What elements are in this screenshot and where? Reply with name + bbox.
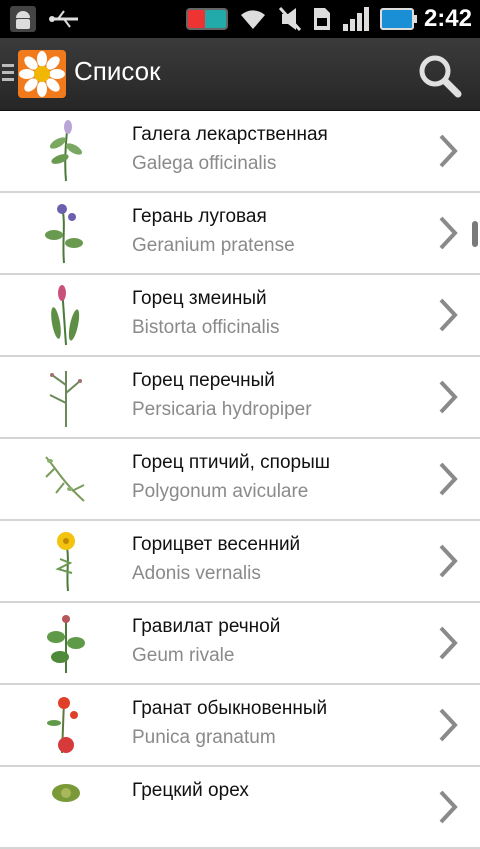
- sim-icon: [313, 8, 330, 30]
- chevron-right-icon: [439, 380, 458, 414]
- item-subtitle: Persicaria hydropiper: [132, 399, 312, 420]
- usb-icon: [49, 10, 78, 28]
- battery-charging-icon: [379, 8, 417, 30]
- item-title: Грецкий орех: [132, 780, 249, 801]
- list-item[interactable]: Галега лекарственная Galega officinalis: [0, 111, 480, 193]
- menu-icon[interactable]: [2, 64, 14, 85]
- chevron-right-icon: [439, 216, 458, 250]
- item-subtitle: Bistorta officinalis: [132, 317, 280, 338]
- item-title: Горец змеиный: [132, 288, 267, 309]
- plant-thumbnail-icon: [52, 784, 80, 802]
- plant-thumbnail-icon: [45, 456, 85, 502]
- chevron-right-icon: [439, 462, 458, 496]
- plant-thumbnail-icon: [47, 615, 85, 673]
- list-item[interactable]: Горец змеиный Bistorta officinalis: [0, 275, 480, 357]
- plant-thumbnail-icon: [49, 371, 82, 427]
- item-title: Горец птичий, спорыш: [132, 452, 330, 473]
- plant-thumbnail-icon: [45, 204, 83, 264]
- scrollbar[interactable]: [472, 221, 478, 247]
- clock: 2:42: [423, 5, 472, 32]
- item-subtitle: Adonis vernalis: [132, 563, 261, 584]
- item-subtitle: Geum rivale: [132, 645, 235, 666]
- page-title: Список: [74, 56, 161, 86]
- list-item[interactable]: Герань луговая Geranium pratense: [0, 193, 480, 275]
- plant-list: Галега лекарственная Galega officinalis …: [0, 111, 480, 849]
- battery-app-icon: [185, 8, 228, 30]
- wifi-icon: [240, 10, 265, 29]
- item-title: Гравилат речной: [132, 616, 281, 637]
- plant-thumbnail-icon: [51, 285, 80, 346]
- list-item[interactable]: Гравилат речной Geum rivale: [0, 603, 480, 685]
- chevron-right-icon: [439, 134, 458, 168]
- item-subtitle: Geranium pratense: [132, 235, 295, 256]
- chevron-right-icon: [439, 544, 458, 578]
- app-daisy-icon[interactable]: [18, 50, 66, 98]
- mute-icon: [278, 6, 302, 32]
- plant-thumbnail-icon: [55, 532, 75, 592]
- chevron-right-icon: [439, 298, 458, 332]
- item-title: Галега лекарственная: [132, 124, 328, 145]
- signal-icon: [342, 7, 369, 31]
- status-bar: 2:42: [0, 0, 480, 38]
- action-bar: Список: [0, 38, 480, 111]
- list-item[interactable]: Грецкий орех: [0, 767, 480, 849]
- chevron-right-icon: [439, 626, 458, 660]
- android-debug-icon: [10, 6, 36, 32]
- list-item[interactable]: Горец птичий, спорыш Polygonum aviculare: [0, 439, 480, 521]
- item-subtitle: Polygonum aviculare: [132, 481, 309, 502]
- item-title: Горец перечный: [132, 370, 275, 391]
- list-item[interactable]: Горицвет весенний Adonis vernalis: [0, 521, 480, 603]
- item-title: Гранат обыкновенный: [132, 698, 328, 719]
- list-item[interactable]: Гранат обыкновенный Punica granatum: [0, 685, 480, 767]
- item-subtitle: Punica granatum: [132, 727, 276, 748]
- item-subtitle: Galega officinalis: [132, 153, 277, 174]
- item-title: Герань луговая: [132, 206, 267, 227]
- search-icon[interactable]: [414, 50, 464, 100]
- item-title: Горицвет весенний: [132, 534, 301, 555]
- list-item[interactable]: Горец перечный Persicaria hydropiper: [0, 357, 480, 439]
- chevron-right-icon: [439, 790, 458, 824]
- plant-thumbnail-icon: [47, 697, 78, 754]
- chevron-right-icon: [439, 708, 458, 742]
- plant-thumbnail-icon: [49, 120, 83, 182]
